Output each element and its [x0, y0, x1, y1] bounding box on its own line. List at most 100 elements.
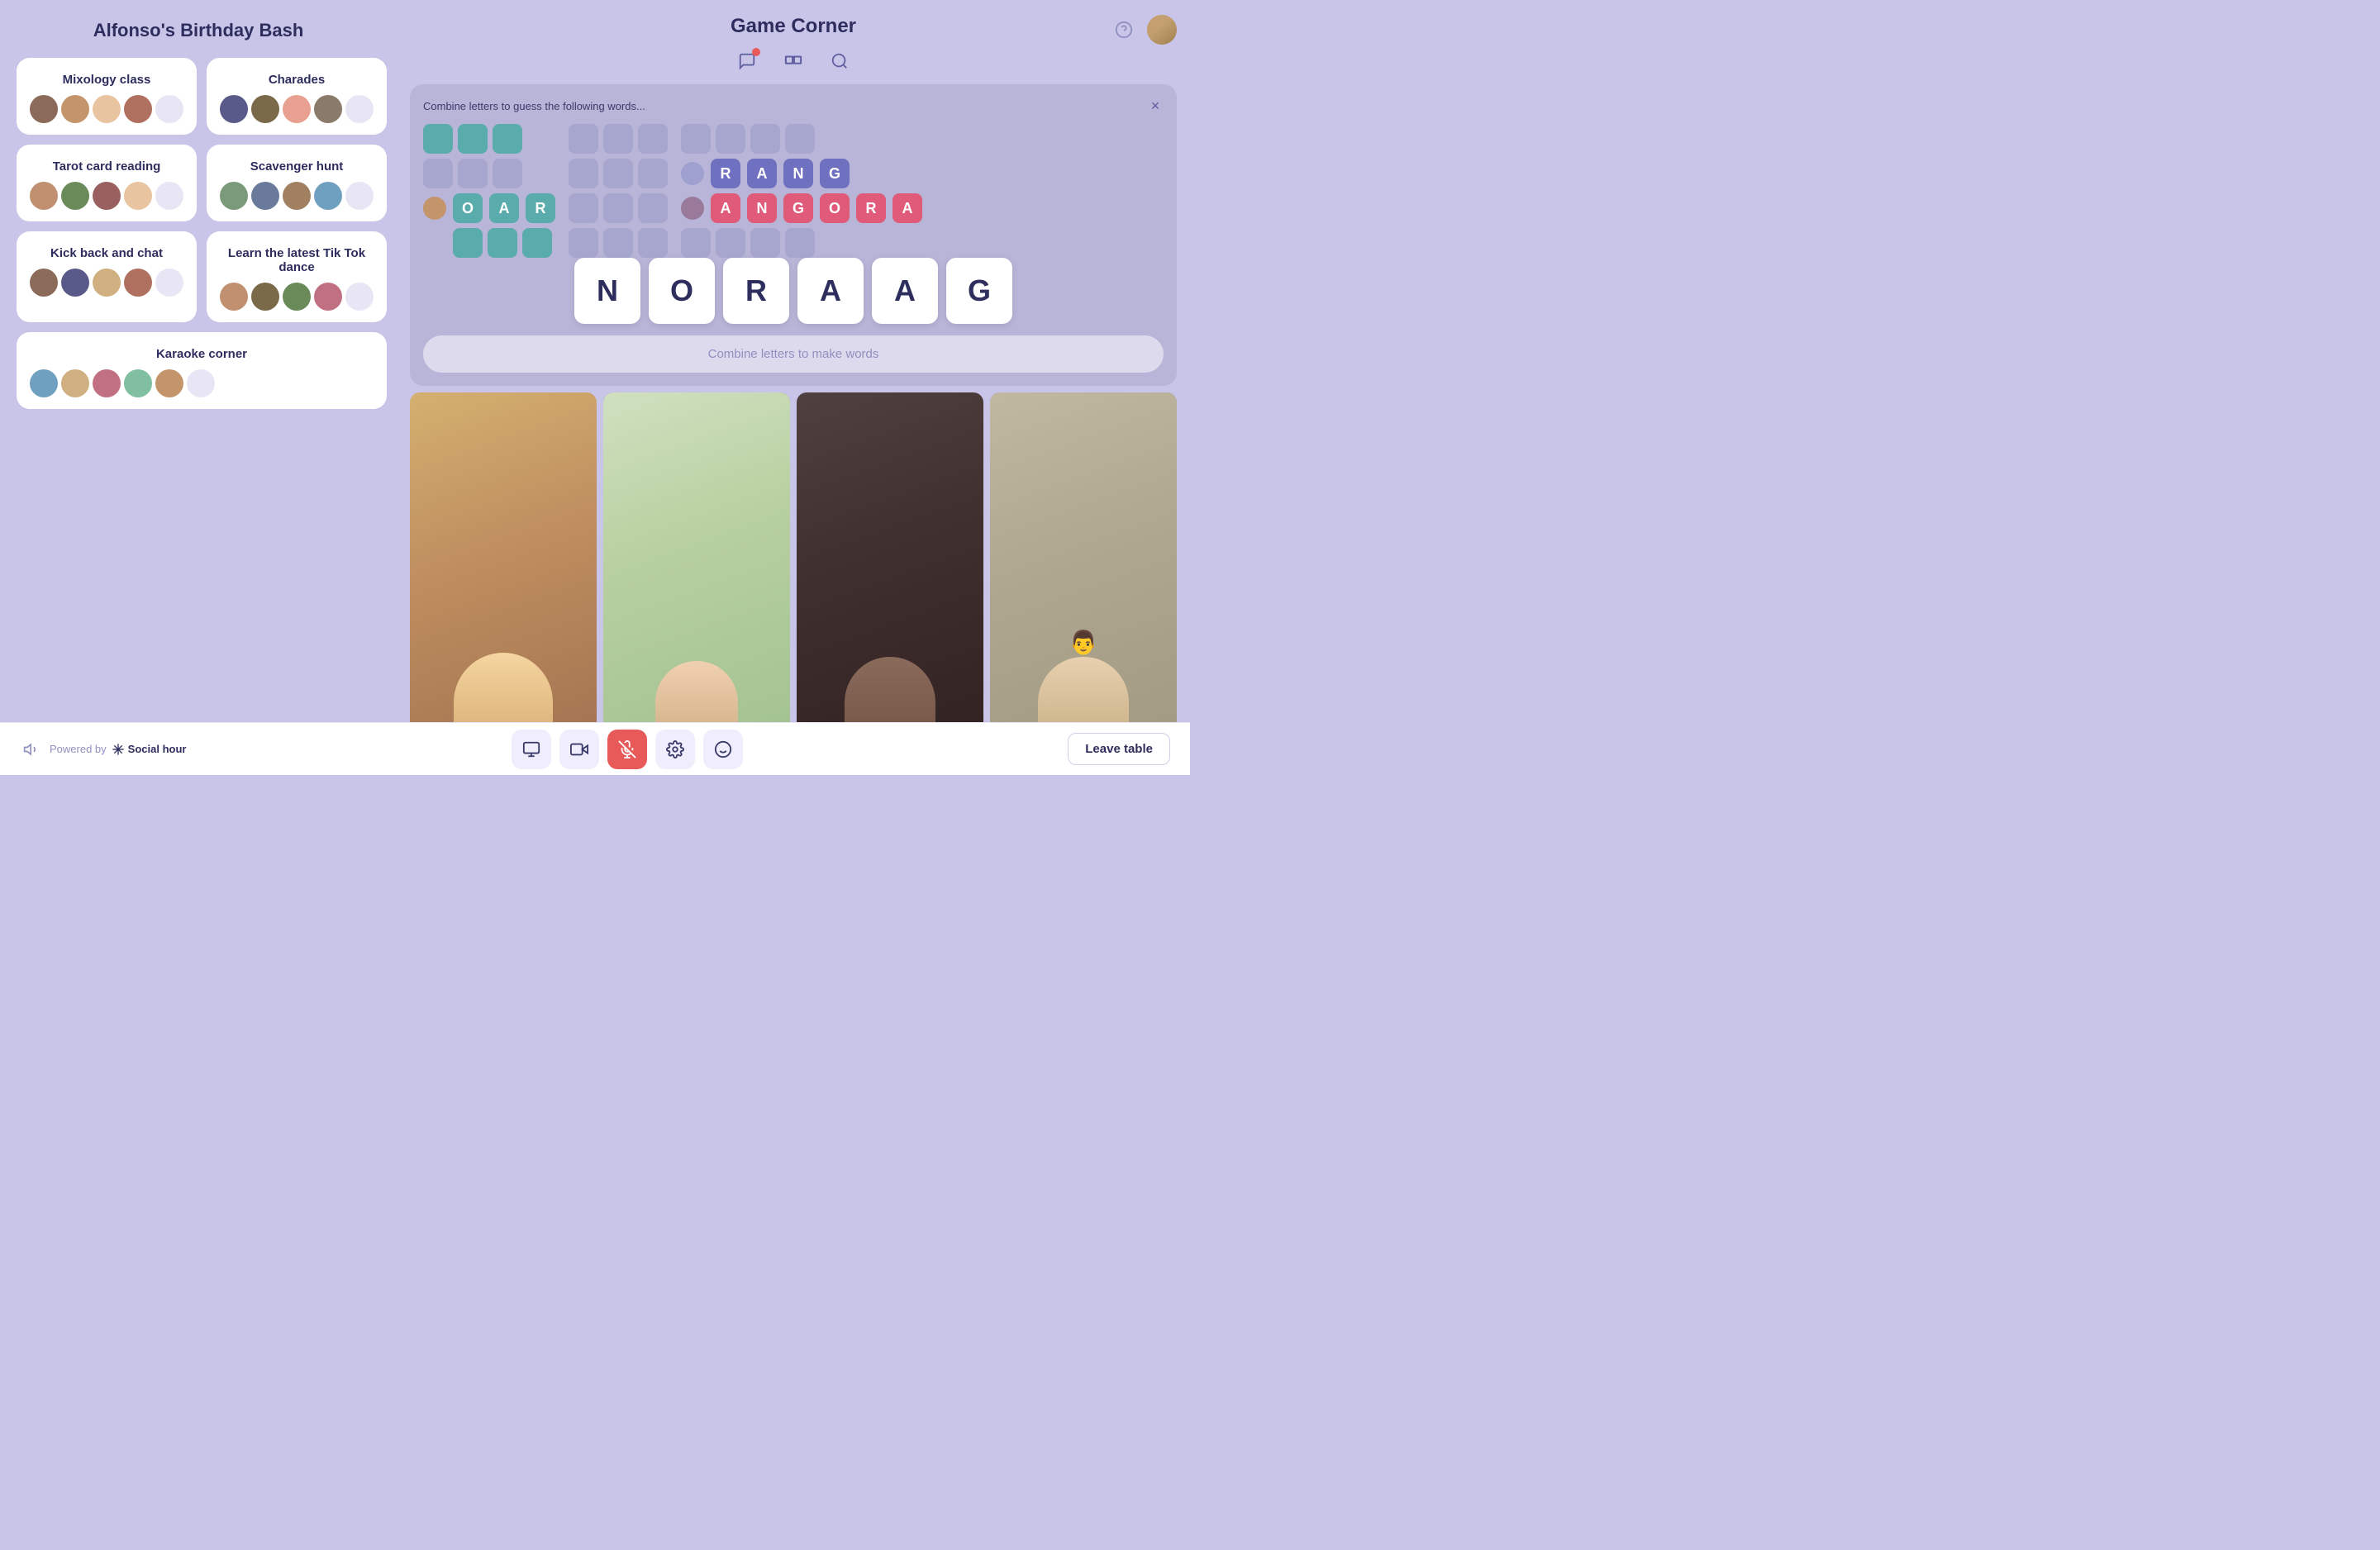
grid-cell	[493, 159, 522, 188]
letter-R[interactable]: R	[711, 159, 740, 188]
room-avatars-charades	[220, 95, 374, 123]
settings-icon	[666, 740, 684, 758]
game-corner-title: Game Corner	[731, 15, 856, 38]
video-button[interactable]	[559, 730, 599, 769]
avatar-placeholder	[345, 283, 374, 311]
volume-button[interactable]	[20, 738, 43, 761]
room-name-mixology: Mixology class	[30, 73, 183, 87]
letter-N[interactable]: N	[747, 193, 777, 223]
grid-cell	[716, 124, 745, 154]
grid-cell	[453, 228, 483, 258]
room-avatars-kickback	[30, 269, 183, 297]
letter-A[interactable]: A	[711, 193, 740, 223]
letter-R[interactable]: R	[526, 193, 555, 223]
mic-off-icon	[618, 740, 636, 758]
grid-cell	[569, 228, 598, 258]
room-name-kickback: Kick back and chat	[30, 246, 183, 260]
top-bar-icons	[1111, 15, 1177, 45]
player-word-row: O A R	[423, 193, 555, 223]
games-button[interactable]	[778, 46, 808, 76]
screen-share-button[interactable]	[512, 730, 551, 769]
player-avatar	[681, 162, 704, 185]
avatar	[124, 95, 152, 123]
letter-A[interactable]: A	[489, 193, 519, 223]
grid-cell	[750, 228, 780, 258]
avatar	[314, 283, 342, 311]
letter-G[interactable]: G	[820, 159, 850, 188]
grid-cell	[458, 159, 488, 188]
mute-button[interactable]	[607, 730, 647, 769]
room-card-tarot[interactable]: Tarot card reading	[17, 145, 197, 221]
room-name-tarot: Tarot card reading	[30, 159, 183, 174]
grid-cell	[569, 124, 598, 154]
letter-A[interactable]: A	[747, 159, 777, 188]
room-avatars-karaoke	[30, 369, 374, 397]
letter-N[interactable]: N	[783, 159, 813, 188]
letter-G[interactable]: G	[783, 193, 813, 223]
tile-A2[interactable]: A	[872, 258, 938, 324]
room-avatars-tarot	[30, 182, 183, 210]
grid-cell	[716, 228, 745, 258]
bottom-controls	[512, 730, 743, 769]
video-participant-1	[410, 392, 597, 768]
grid-cell	[603, 228, 633, 258]
room-card-kickback[interactable]: Kick back and chat	[17, 231, 197, 322]
letter-O[interactable]: O	[820, 193, 850, 223]
grid-cell	[603, 193, 633, 223]
user-avatar	[1147, 15, 1177, 45]
emoji-icon	[714, 740, 732, 758]
avatar	[124, 182, 152, 210]
avatar	[30, 182, 58, 210]
avatar	[124, 269, 152, 297]
powered-by: Powered by Social hour	[50, 743, 186, 756]
tile-A[interactable]: A	[797, 258, 864, 324]
room-card-scavenger[interactable]: Scavenger hunt	[207, 145, 387, 221]
tile-G[interactable]: G	[946, 258, 1012, 324]
avatar	[93, 182, 121, 210]
powered-by-text: Powered by	[50, 743, 107, 755]
snowflake-icon	[112, 743, 125, 756]
grid-cell	[638, 124, 668, 154]
grid-cell	[569, 193, 598, 223]
social-hour-logo: Social hour	[112, 743, 187, 756]
game-header: Combine letters to guess the following w…	[423, 97, 1164, 114]
avatar	[283, 283, 311, 311]
room-name-scavenger: Scavenger hunt	[220, 159, 374, 174]
avatar	[220, 283, 248, 311]
tile-R[interactable]: R	[723, 258, 789, 324]
tile-N[interactable]: N	[574, 258, 640, 324]
word-game-container: O A R	[423, 124, 1164, 258]
letter-A[interactable]: A	[892, 193, 922, 223]
grid-cell	[681, 228, 711, 258]
letter-O[interactable]: O	[453, 193, 483, 223]
avatar	[61, 182, 89, 210]
room-card-mixology[interactable]: Mixology class	[17, 58, 197, 135]
chat-button[interactable]	[732, 46, 762, 76]
room-card-charades[interactable]: Charades	[207, 58, 387, 135]
leave-table-button[interactable]: Leave table	[1068, 733, 1170, 765]
grid-cell	[423, 159, 453, 188]
avatar	[61, 95, 89, 123]
avatar	[93, 369, 121, 397]
settings-button[interactable]	[655, 730, 695, 769]
avatar-placeholder	[187, 369, 215, 397]
room-card-tiktok[interactable]: Learn the latest Tik Tok dance	[207, 231, 387, 322]
event-title: Alfonso's Birthday Bash	[93, 20, 304, 41]
grid-cell	[785, 124, 815, 154]
close-game-button[interactable]: ✕	[1147, 97, 1164, 114]
search-button[interactable]	[825, 46, 854, 76]
letter-R[interactable]: R	[856, 193, 886, 223]
avatar	[93, 269, 121, 297]
room-name-karaoke: Karaoke corner	[30, 347, 374, 361]
grid-cell	[638, 193, 668, 223]
word-input-placeholder: Combine letters to make words	[708, 347, 879, 361]
video-strip: 👨	[397, 386, 1190, 775]
avatar	[30, 269, 58, 297]
tile-O[interactable]: O	[649, 258, 715, 324]
grid-cell	[522, 228, 552, 258]
room-card-karaoke[interactable]: Karaoke corner	[17, 332, 387, 409]
help-button[interactable]	[1111, 17, 1137, 43]
emoji-button[interactable]	[703, 730, 743, 769]
word-input-area[interactable]: Combine letters to make words	[423, 335, 1164, 373]
avatar-placeholder	[345, 95, 374, 123]
